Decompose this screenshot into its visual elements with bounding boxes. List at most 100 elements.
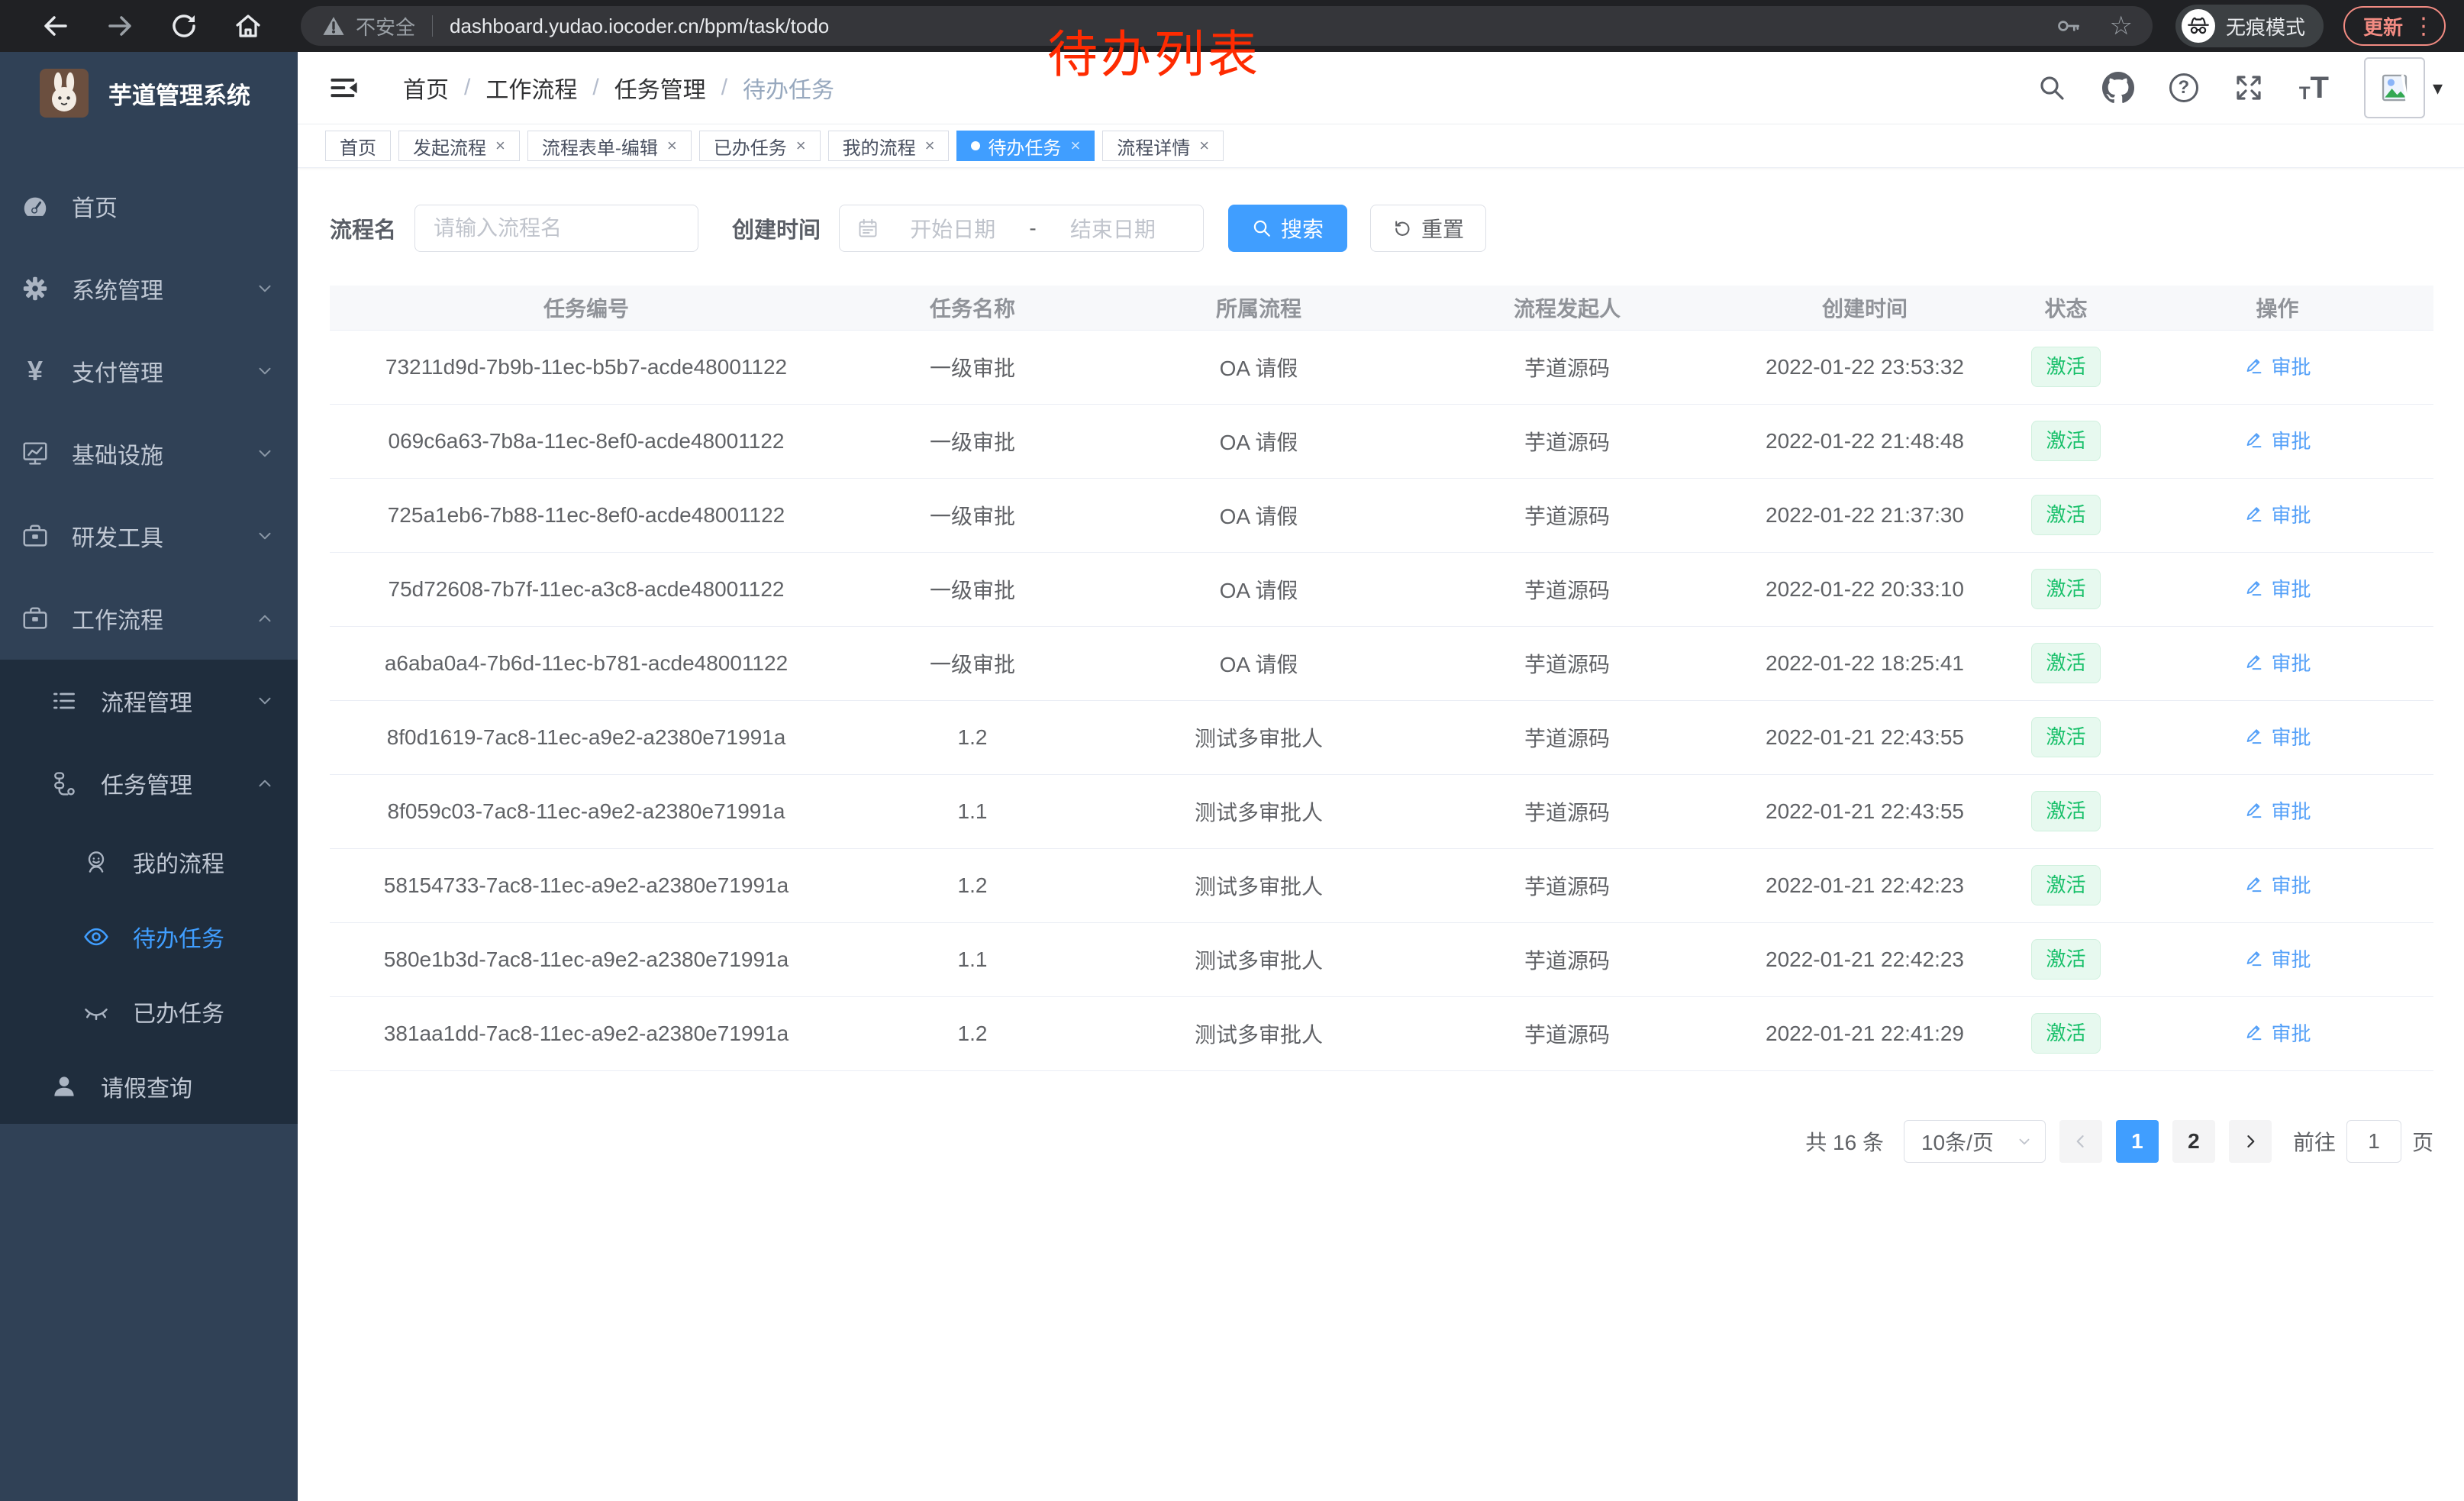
cell-action: 审批	[2121, 848, 2433, 922]
sidebar-item-workflow[interactable]: 工作流程	[0, 577, 298, 660]
sidebar-item-done-tasks[interactable]: 已办任务	[0, 974, 298, 1049]
approve-label: 审批	[2271, 1018, 2311, 1047]
approve-button[interactable]: 审批	[2243, 426, 2311, 454]
user-avatar[interactable]: ▾	[2364, 57, 2443, 118]
browser-menu-icon[interactable]: ⋮	[2412, 13, 2435, 40]
next-page-button[interactable]	[2229, 1120, 2272, 1163]
close-icon[interactable]: ×	[925, 136, 935, 156]
sidebar-item-label: 系统管理	[72, 272, 255, 305]
prev-page-button[interactable]	[2059, 1120, 2102, 1163]
process-name-input[interactable]	[414, 205, 698, 252]
approve-button[interactable]: 审批	[2243, 1018, 2311, 1047]
sidebar-collapse-button[interactable]	[327, 71, 360, 105]
cell-created-time: 2022-01-22 21:37:30	[1719, 478, 2011, 552]
search-button[interactable]: 搜索	[1228, 205, 1347, 252]
process-name-label: 流程名	[330, 212, 396, 244]
browser-back-button[interactable]	[35, 5, 76, 47]
table-row: 8f0d1619-7ac8-11ec-a9e2-a2380e71991a 1.2…	[330, 700, 2433, 774]
cell-starter: 芋道源码	[1415, 774, 1719, 848]
approve-button[interactable]: 审批	[2243, 870, 2311, 899]
close-icon[interactable]: ×	[1070, 136, 1080, 156]
sidebar-logo[interactable]: 芋道管理系统	[0, 52, 298, 134]
sidebar-item-leave-query[interactable]: 请假查询	[0, 1049, 298, 1124]
approve-button[interactable]: 审批	[2243, 722, 2311, 750]
cell-action: 审批	[2121, 404, 2433, 478]
active-tab-dot	[971, 141, 980, 150]
browser-reload-button[interactable]	[163, 5, 205, 47]
approve-button[interactable]: 审批	[2243, 500, 2311, 528]
password-key-icon[interactable]	[2056, 12, 2083, 40]
close-icon[interactable]: ×	[796, 136, 806, 156]
eye-closed-icon	[81, 998, 111, 1025]
browser-forward-button[interactable]	[99, 5, 140, 47]
sidebar-item-label: 支付管理	[72, 354, 255, 388]
breadcrumb-item[interactable]: 任务管理	[614, 71, 706, 105]
cell-task-id: 069c6a63-7b8a-11ec-8ef0-acde48001122	[330, 404, 843, 478]
approve-button[interactable]: 审批	[2243, 944, 2311, 973]
sidebar-item-payment[interactable]: ¥ 支付管理	[0, 330, 298, 412]
sidebar-item-label: 请假查询	[101, 1070, 275, 1103]
cell-task-id: 75d72608-7b7f-11ec-a3c8-acde48001122	[330, 552, 843, 626]
cell-starter: 芋道源码	[1415, 404, 1719, 478]
chevron-up-icon	[255, 773, 275, 793]
tab-my-processes[interactable]: 我的流程 ×	[828, 131, 950, 161]
breadcrumb-item[interactable]: 工作流程	[485, 71, 577, 105]
browser-update-button[interactable]: 更新 ⋮	[2343, 6, 2446, 46]
sidebar-item-dev-tools[interactable]: 研发工具	[0, 495, 298, 577]
bookmark-star-icon[interactable]: ☆	[2109, 11, 2132, 41]
cell-status: 激活	[2011, 922, 2121, 996]
pencil-icon	[2243, 947, 2265, 969]
list-icon	[49, 687, 79, 715]
tab-done-tasks[interactable]: 已办任务 ×	[699, 131, 821, 161]
breadcrumb-separator: /	[464, 75, 470, 101]
breadcrumb-item[interactable]: 首页	[403, 71, 449, 105]
sidebar-item-process-management[interactable]: 流程管理	[0, 660, 298, 742]
page-button-2[interactable]: 2	[2172, 1120, 2215, 1163]
approve-label: 审批	[2271, 722, 2311, 750]
browser-home-button[interactable]	[227, 5, 269, 47]
sidebar-item-my-processes[interactable]: 我的流程	[0, 825, 298, 899]
goto-page-input[interactable]	[2346, 1120, 2401, 1163]
reload-icon	[169, 11, 199, 41]
approve-label: 审批	[2271, 796, 2311, 825]
close-icon[interactable]: ×	[495, 136, 505, 156]
tab-label: 已办任务	[714, 133, 787, 160]
reset-button[interactable]: 重置	[1370, 205, 1486, 252]
date-range-picker[interactable]: 开始日期 - 结束日期	[839, 205, 1204, 252]
approve-button[interactable]: 审批	[2243, 796, 2311, 825]
tab-process-detail[interactable]: 流程详情 ×	[1102, 131, 1224, 161]
cell-starter: 芋道源码	[1415, 330, 1719, 404]
tab-home[interactable]: 首页	[325, 131, 391, 161]
tab-todo-tasks[interactable]: 待办任务 ×	[956, 131, 1095, 161]
monitor-chart-icon	[20, 439, 50, 468]
chevron-up-icon	[255, 608, 275, 628]
tab-start-process[interactable]: 发起流程 ×	[398, 131, 520, 161]
status-badge: 激活	[2031, 421, 2100, 461]
sidebar-item-task-management[interactable]: 任务管理	[0, 742, 298, 825]
github-link[interactable]	[2102, 72, 2134, 104]
approve-button[interactable]: 审批	[2243, 574, 2311, 602]
calendar-glyph-icon	[856, 217, 879, 240]
page-button-1[interactable]: 1	[2116, 1120, 2159, 1163]
cell-starter: 芋道源码	[1415, 922, 1719, 996]
approve-button[interactable]: 审批	[2243, 648, 2311, 676]
sidebar-item-todo-tasks[interactable]: 待办任务	[0, 899, 298, 974]
gear-icon	[20, 274, 50, 303]
address-bar[interactable]: 不安全 dashboard.yudao.iocoder.cn/bpm/task/…	[301, 6, 2153, 46]
sidebar-item-home[interactable]: 首页	[0, 165, 298, 247]
table-header: 任务编号 任务名称 所属流程 流程发起人 创建时间 状态 操作	[330, 286, 2433, 330]
tab-label: 流程表单-编辑	[542, 133, 658, 160]
font-size-button[interactable]: TT	[2299, 73, 2329, 103]
cell-status: 激活	[2011, 626, 2121, 700]
sidebar-item-infrastructure[interactable]: 基础设施	[0, 412, 298, 495]
page-size-select[interactable]: 10条/页	[1904, 1120, 2046, 1163]
close-icon[interactable]: ×	[1199, 136, 1209, 156]
fullscreen-button[interactable]	[2233, 73, 2264, 103]
approve-button[interactable]: 审批	[2243, 352, 2311, 380]
header-search-button[interactable]	[2037, 73, 2067, 103]
close-icon[interactable]: ×	[667, 136, 677, 156]
table-row: 725a1eb6-7b88-11ec-8ef0-acde48001122 一级审…	[330, 478, 2433, 552]
sidebar-item-system[interactable]: 系统管理	[0, 247, 298, 330]
help-button[interactable]: ?	[2169, 73, 2198, 102]
tab-process-form-edit[interactable]: 流程表单-编辑 ×	[527, 131, 692, 161]
